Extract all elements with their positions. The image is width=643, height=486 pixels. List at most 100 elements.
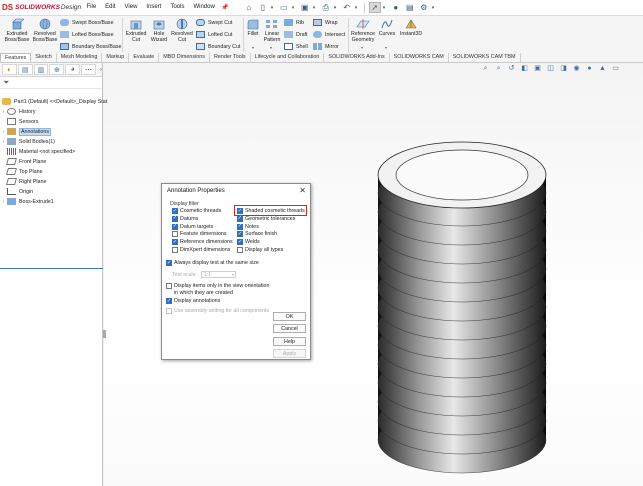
view-orientation-checkbox[interactable]: Display items only in the view orientati…: [166, 283, 269, 289]
file-properties-icon[interactable]: ▤: [404, 2, 416, 13]
home-icon[interactable]: ⌂: [243, 2, 255, 13]
tree-item-annotations[interactable]: › Annotations: [0, 127, 51, 137]
checkbox-box[interactable]: ✓: [237, 231, 243, 238]
expand-arrow-icon[interactable]: ›: [0, 199, 7, 204]
rib-button[interactable]: Rib: [284, 19, 304, 26]
tree-item-top-plane[interactable]: Top Plane: [0, 167, 43, 177]
hide-show-items-icon[interactable]: ◉: [571, 64, 582, 73]
lofted-cut-button[interactable]: Lofted Cut: [196, 31, 232, 38]
fillet-dropdown-icon[interactable]: ▾: [252, 45, 254, 50]
tab-cam[interactable]: SOLIDWORKS CAM: [390, 53, 449, 62]
checkbox-box[interactable]: ✓: [172, 239, 178, 246]
threaded-cylinder-model[interactable]: [376, 140, 548, 480]
tab-addins[interactable]: SOLIDWORKS Add-Ins: [324, 53, 390, 62]
tab-features[interactable]: Features: [0, 53, 32, 62]
feature-manager-tab-icon[interactable]: ◐: [2, 64, 17, 75]
tab-sketch[interactable]: Sketch: [31, 53, 57, 62]
filter-checkbox-feature-dimensions[interactable]: Feature dimensions: [172, 231, 227, 238]
select-cursor-icon[interactable]: ➚: [368, 2, 381, 13]
curves-button[interactable]: Curves: [377, 18, 397, 37]
menu-file[interactable]: File: [82, 4, 101, 11]
swept-cut-button[interactable]: Swept Cut: [196, 19, 232, 26]
traffic-light-icon[interactable]: ●: [390, 2, 402, 13]
filter-checkbox-notes[interactable]: ✓ Notes: [237, 223, 259, 230]
filter-checkbox-reference-dimensions[interactable]: ✓ Reference dimensions: [172, 239, 233, 246]
filter-checkbox-datums[interactable]: ✓ Datums: [172, 215, 198, 222]
dynamic-annotation-icon[interactable]: ▣: [532, 64, 543, 73]
boundary-cut-button[interactable]: Boundary Cut: [196, 43, 240, 50]
tab-lifecycle[interactable]: Lifecycle and Collaboration: [251, 53, 325, 62]
checkbox-box[interactable]: ✓: [172, 215, 178, 222]
options-gear-icon[interactable]: ⚙: [418, 2, 430, 13]
tree-item-right-plane[interactable]: Right Plane: [0, 177, 46, 187]
extruded-boss-button[interactable]: Extruded Boss/Base: [3, 18, 31, 43]
tree-item-material[interactable]: Material <not specified>: [0, 147, 75, 157]
filter-checkbox-cosmetic-threads[interactable]: ✓ Cosmetic threads: [172, 208, 221, 214]
panel-resize-grip[interactable]: [103, 330, 106, 338]
extruded-cut-button[interactable]: Extruded Cut: [125, 18, 147, 43]
swept-boss-button[interactable]: Swept Boss/Base: [60, 19, 114, 26]
tab-mbd-dimensions[interactable]: MBD Dimensions: [159, 53, 210, 62]
expand-arrow-icon[interactable]: ›: [0, 139, 7, 144]
undo-dropdown-icon[interactable]: ▾: [355, 5, 360, 11]
menu-edit[interactable]: Edit: [101, 4, 120, 11]
zoom-to-fit-icon[interactable]: ⌕: [480, 64, 491, 73]
menu-view[interactable]: View: [120, 4, 142, 11]
expand-arrow-icon[interactable]: ›: [0, 129, 7, 134]
dimxpert-manager-tab-icon[interactable]: ⊕: [49, 64, 65, 75]
checkbox-box[interactable]: ✓: [172, 208, 178, 214]
menu-window[interactable]: Window: [189, 4, 219, 11]
open-dropdown-icon[interactable]: ▾: [292, 5, 297, 11]
checkbox-box[interactable]: ✓: [237, 239, 243, 246]
save-icon[interactable]: ▣: [299, 2, 311, 13]
options-dropdown-icon[interactable]: ▾: [432, 5, 437, 11]
revolved-cut-button[interactable]: Revolved Cut: [171, 18, 193, 43]
filter-checkbox-welds[interactable]: ✓ Welds: [237, 239, 260, 246]
display-annotations-checkbox[interactable]: ✓ Display annotations: [166, 298, 220, 304]
configuration-manager-tab-icon[interactable]: ▥: [33, 64, 49, 75]
checkbox-box[interactable]: [172, 247, 178, 253]
pin-icon[interactable]: 📌: [221, 4, 228, 11]
checkbox-box[interactable]: [166, 283, 172, 289]
view-orientation-icon[interactable]: ◫: [545, 64, 556, 73]
new-document-icon[interactable]: ▯: [257, 2, 269, 13]
assembly-setting-checkbox[interactable]: Use assembly setting for all components: [166, 308, 269, 314]
same-size-checkbox[interactable]: ✓ Always display text at the same size: [166, 260, 259, 266]
previous-view-icon[interactable]: ↺: [506, 64, 517, 73]
filter-checkbox-geometric-tolerances[interactable]: ✓ Geometric tolerances: [237, 215, 295, 222]
close-icon[interactable]: ✕: [299, 186, 306, 195]
checkbox-box[interactable]: [172, 231, 178, 238]
tab-markup[interactable]: Markup: [102, 53, 130, 62]
expand-arrow-icon[interactable]: ›: [0, 109, 7, 114]
tree-item-solid-bodies[interactable]: › Solid Bodies(1): [0, 137, 55, 147]
mirror-button[interactable]: Mirror: [313, 43, 339, 50]
checkbox-box[interactable]: ✓: [237, 223, 243, 230]
menu-tools[interactable]: Tools: [166, 4, 189, 11]
boundary-boss-button[interactable]: Boundary Boss/Base: [60, 43, 121, 50]
apply-scene-icon[interactable]: ▲: [597, 64, 608, 73]
section-view-icon[interactable]: ◧: [519, 64, 530, 73]
tree-item-sensors[interactable]: Sensors: [0, 117, 38, 127]
instant3d-button[interactable]: Instant3D: [399, 18, 423, 37]
menu-insert[interactable]: Insert: [142, 4, 166, 11]
tree-item-front-plane[interactable]: Front Plane: [0, 157, 46, 167]
tree-item-history[interactable]: › History: [0, 107, 35, 117]
tree-root-part[interactable]: Part1 (Default) <<Default>_Display Stat: [2, 97, 107, 107]
curves-dropdown-icon[interactable]: ▾: [385, 45, 387, 50]
filter-checkbox-display-all-types[interactable]: Display all types: [237, 247, 283, 253]
edit-appearance-icon[interactable]: ●: [584, 64, 595, 73]
property-manager-tab-icon[interactable]: ▤: [17, 64, 33, 75]
more-tabs-icon[interactable]: ⋯: [81, 64, 96, 75]
checkbox-box[interactable]: ✓: [237, 215, 243, 222]
intersect-button[interactable]: Intersect: [313, 31, 345, 38]
tree-item-origin[interactable]: Origin: [0, 187, 33, 197]
cancel-button[interactable]: Cancel: [273, 324, 306, 333]
print-icon[interactable]: ⎙: [320, 2, 332, 13]
reference-geometry-button[interactable]: Reference Geometry: [350, 18, 376, 43]
view-settings-icon[interactable]: ▭: [610, 64, 621, 73]
draft-button[interactable]: Draft: [284, 31, 307, 38]
checkbox-box[interactable]: ✓: [172, 223, 178, 230]
filter-checkbox-datum-targets[interactable]: ✓ Datum targets: [172, 223, 213, 230]
linear-pattern-dropdown-icon[interactable]: ▾: [270, 45, 272, 50]
save-dropdown-icon[interactable]: ▾: [313, 5, 318, 11]
